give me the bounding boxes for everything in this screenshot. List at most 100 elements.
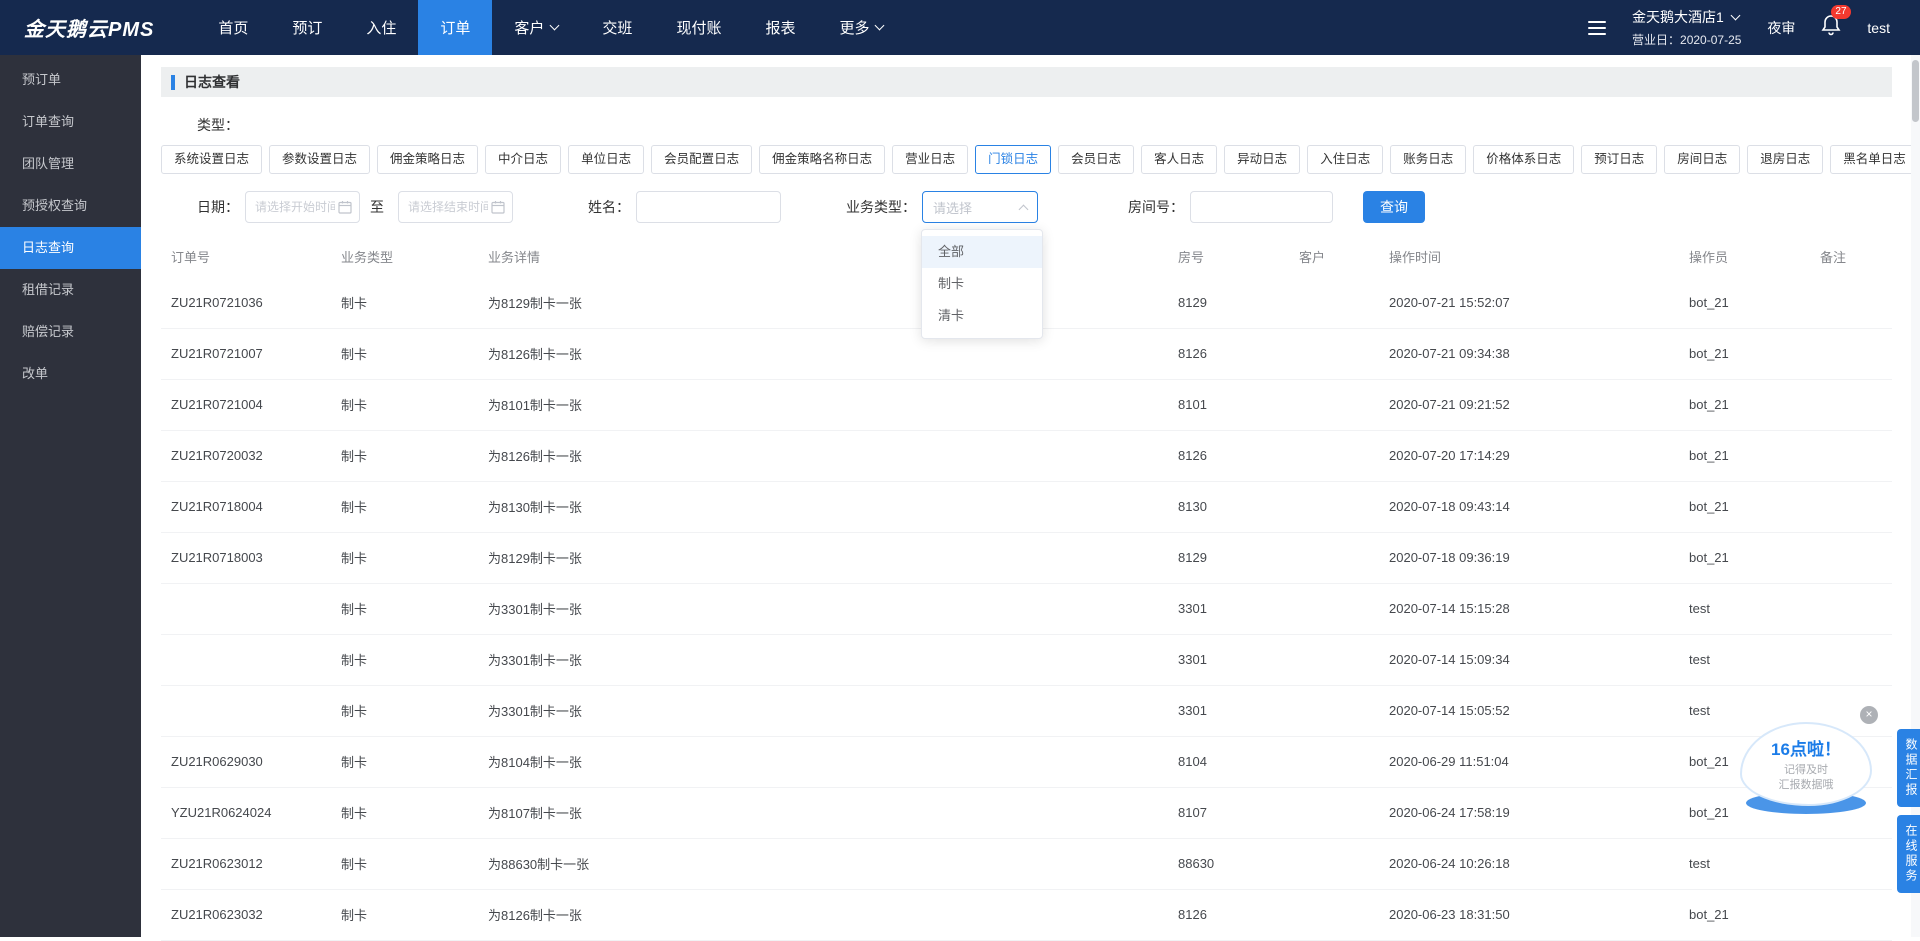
- column-header-7: 备注: [1820, 249, 1847, 265]
- table-cell: 为8126制卡一张: [478, 430, 1168, 482]
- table-row[interactable]: ZU21R0720032 制卡 为8126制卡一张 8126 2020-07-20 17…: [161, 430, 1892, 482]
- log-tab-14[interactable]: 价格体系日志: [1473, 145, 1575, 174]
- end-date-field[interactable]: [408, 200, 488, 214]
- table-cell: bot_21: [1679, 328, 1810, 380]
- nav-item-label: 入住: [366, 20, 397, 37]
- table-row[interactable]: ZU21R0718004 制卡 为8130制卡一张 8130 2020-07-18 09…: [161, 481, 1892, 533]
- log-tab-15[interactable]: 预订日志: [1581, 145, 1658, 174]
- table-cell: bot_21: [1679, 277, 1810, 329]
- night-audit-button[interactable]: 夜审: [1767, 18, 1795, 38]
- sidebar-item-2[interactable]: 团队管理: [0, 143, 141, 185]
- log-tab-1[interactable]: 参数设置日志: [269, 145, 371, 174]
- table-cell: ZU21R0623012: [161, 838, 331, 890]
- log-tab-10[interactable]: 客人日志: [1141, 145, 1218, 174]
- side-tab-0[interactable]: 数据汇报: [1897, 729, 1920, 807]
- table-cell: 8126: [1168, 889, 1289, 941]
- nav-item-7[interactable]: 报表: [743, 0, 817, 55]
- table-cell: 2020-07-14 15:15:28: [1379, 583, 1679, 635]
- table-cell: 为8126制卡一张: [478, 889, 1168, 941]
- log-tab-6[interactable]: 佣金策略名称日志: [759, 145, 886, 174]
- nav-item-label: 订单: [440, 20, 471, 37]
- table-cell: 制卡: [331, 532, 478, 584]
- table-cell: [1810, 430, 1892, 482]
- table-cell: 制卡: [331, 685, 478, 737]
- menu-icon[interactable]: [1588, 20, 1607, 35]
- sidebar-item-6[interactable]: 赔偿记录: [0, 311, 141, 353]
- table-cell: 8101: [1168, 379, 1289, 431]
- table-row[interactable]: 制卡 为3301制卡一张 3301 2020-07-14 15:09:34 test: [161, 634, 1892, 686]
- search-button[interactable]: 查询: [1363, 191, 1425, 223]
- log-tab-3[interactable]: 中介日志: [485, 145, 562, 174]
- table-row[interactable]: ZU21R0718003 制卡 为8129制卡一张 8129 2020-07-18 09…: [161, 532, 1892, 584]
- table-cell: 为8107制卡一张: [478, 787, 1168, 839]
- data-report-reminder: 16点啦！ 记得及时 汇报数据哦 ×: [1740, 706, 1878, 814]
- log-tab-17[interactable]: 退房日志: [1747, 145, 1824, 174]
- nav-item-3[interactable]: 订单: [418, 0, 493, 55]
- table-cell: ZU21R0721004: [161, 379, 331, 431]
- table-cell: 2020-06-29 11:51:04: [1379, 736, 1679, 788]
- table-cell: 2020-06-24 10:26:18: [1379, 838, 1679, 890]
- table-cell: [1810, 634, 1892, 686]
- sidebar-item-7[interactable]: 改单: [0, 353, 141, 395]
- table-row[interactable]: ZU21R0721004 制卡 为8101制卡一张 8101 2020-07-21 09…: [161, 379, 1892, 431]
- name-input[interactable]: [636, 191, 781, 223]
- nav-item-0[interactable]: 首页: [196, 0, 270, 55]
- sidebar-item-4[interactable]: 日志查询: [0, 227, 141, 269]
- sidebar-item-0[interactable]: 预订单: [0, 59, 141, 101]
- log-tab-4[interactable]: 单位日志: [568, 145, 645, 174]
- table-cell: ZU21R0721036: [161, 277, 331, 329]
- table-cell: 88630: [1168, 838, 1289, 890]
- notifications-button[interactable]: 27: [1821, 5, 1851, 41]
- nav-item-2[interactable]: 入住: [344, 0, 418, 55]
- table-row[interactable]: YZU21R0624024 制卡 为8107制卡一张 8107 2020-06-24 1…: [161, 787, 1892, 839]
- scrollbar-thumb[interactable]: [1912, 60, 1919, 122]
- log-tab-5[interactable]: 会员配置日志: [651, 145, 753, 174]
- user-menu[interactable]: test: [1867, 20, 1890, 36]
- table-cell: [161, 685, 331, 737]
- chevron-down-icon: [549, 20, 560, 31]
- dropdown-option-2[interactable]: 清卡: [922, 300, 1042, 332]
- table-cell: [1810, 277, 1892, 329]
- start-date-field[interactable]: [255, 200, 335, 214]
- log-tab-2[interactable]: 佣金策略日志: [377, 145, 479, 174]
- reminder-line-1: 记得及时: [1784, 764, 1828, 776]
- table-row[interactable]: ZU21R0623012 制卡 为88630制卡一张 88630 2020-06-24 …: [161, 838, 1892, 890]
- log-tab-0[interactable]: 系统设置日志: [161, 145, 263, 174]
- log-tab-16[interactable]: 房间日志: [1664, 145, 1741, 174]
- nav-item-4[interactable]: 客户: [492, 0, 580, 55]
- log-tab-8[interactable]: 门锁日志: [975, 145, 1052, 174]
- hotel-selector[interactable]: 金天鹅大酒店1 营业日：2020-07-25: [1632, 7, 1741, 48]
- table-cell: 2020-07-14 15:09:34: [1379, 634, 1679, 686]
- sidebar-item-1[interactable]: 订单查询: [0, 101, 141, 143]
- table-row[interactable]: 制卡 为3301制卡一张 3301 2020-07-14 15:05:52 test: [161, 685, 1892, 737]
- nav-item-5[interactable]: 交班: [580, 0, 654, 55]
- table-cell: ZU21R0718003: [161, 532, 331, 584]
- log-tab-12[interactable]: 入住日志: [1307, 145, 1384, 174]
- log-tab-18[interactable]: 黑名单日志: [1830, 145, 1919, 174]
- log-tab-7[interactable]: 营业日志: [892, 145, 969, 174]
- reminder-title: 16点啦！: [1771, 740, 1841, 759]
- table-cell: 为88630制卡一张: [478, 838, 1168, 890]
- end-date-input[interactable]: [398, 191, 513, 223]
- nav-item-8[interactable]: 更多: [817, 0, 905, 55]
- nav-item-1[interactable]: 预订: [270, 0, 344, 55]
- sidebar-item-5[interactable]: 租借记录: [0, 269, 141, 311]
- table-row[interactable]: 制卡 为3301制卡一张 3301 2020-07-14 15:15:28 test: [161, 583, 1892, 635]
- start-date-input[interactable]: [245, 191, 360, 223]
- business-type-select[interactable]: 请选择 全部 制卡 清卡: [921, 191, 1043, 339]
- side-tab-1[interactable]: 在线服务: [1897, 815, 1920, 893]
- dropdown-option-1[interactable]: 制卡: [922, 268, 1042, 300]
- table-row[interactable]: ZU21R0623032 制卡 为8126制卡一张 8126 2020-06-23 18…: [161, 889, 1892, 941]
- nav-item-6[interactable]: 现付账: [654, 0, 743, 55]
- table-row[interactable]: ZU21R0629030 制卡 为8104制卡一张 8104 2020-06-29 11…: [161, 736, 1892, 788]
- table-cell: 2020-07-18 09:43:14: [1379, 481, 1679, 533]
- log-tab-9[interactable]: 会员日志: [1058, 145, 1135, 174]
- log-tab-11[interactable]: 异动日志: [1224, 145, 1301, 174]
- sidebar-item-3[interactable]: 预授权查询: [0, 185, 141, 227]
- name-label: 姓名：: [588, 199, 630, 215]
- table-cell: [1289, 379, 1379, 431]
- close-icon[interactable]: ×: [1860, 706, 1878, 724]
- dropdown-option-0[interactable]: 全部: [922, 236, 1042, 268]
- log-tab-13[interactable]: 账务日志: [1390, 145, 1467, 174]
- room-input[interactable]: [1190, 191, 1333, 223]
